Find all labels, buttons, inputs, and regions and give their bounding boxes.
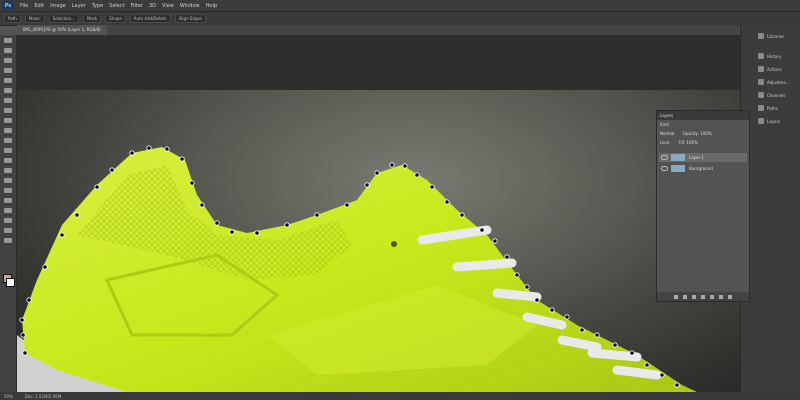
opacity-field[interactable]: Opacity: 100% [682,131,711,136]
layer-row-background[interactable]: Background [659,164,747,173]
paths-icon [758,105,764,111]
menu-type[interactable]: Type [92,3,103,9]
lock-label: Lock: [660,140,671,145]
new-layer-icon[interactable] [719,294,723,299]
document-canvas[interactable] [17,35,740,392]
option-auto-add-delete[interactable]: Auto Add/Delete [129,14,171,23]
menu-window[interactable]: Window [180,3,200,9]
layer-thumbnail [671,154,685,161]
option-mask[interactable]: Mask [82,14,102,23]
panel-channels[interactable]: Channels [758,89,798,101]
layers-panel-header: Layers [657,111,749,120]
option-path[interactable]: Path [4,14,21,23]
menu-edit[interactable]: Edit [34,3,44,9]
link-layers-icon[interactable] [674,294,678,299]
option-align-edges[interactable]: Align Edges [174,14,207,23]
channels-icon [758,92,764,98]
actions-icon [758,66,764,72]
shoe-image [17,145,697,392]
layer-thumbnail [671,165,685,172]
visibility-eye-icon[interactable] [661,166,668,171]
menu-layer[interactable]: Layer [72,3,86,9]
layer-name: Background [689,166,713,171]
lasso-tool-icon[interactable] [4,58,12,63]
layers-blend-row: Normal Opacity: 100% [657,129,749,138]
layers-panel: Layers Kind Normal Opacity: 100% Lock: F… [656,110,750,302]
panel-libraries[interactable]: Libraries [758,30,798,42]
layers-icon [758,118,764,124]
status-bar: 50% Doc: 1.51M/2.95M [0,392,800,400]
history-icon [758,53,764,59]
option-shape[interactable]: Shape [105,14,126,23]
healing-tool-icon[interactable] [4,98,12,103]
app-logo: Ps [2,1,14,10]
doc-size: Doc: 1.51M/2.95M [24,393,62,399]
quick-select-tool-icon[interactable] [4,68,12,73]
document-tab[interactable]: IMG_4699.JPG @ 50% (Layer 1, RGB/8) [17,25,107,35]
eyedropper-tool-icon[interactable] [4,88,12,93]
document-tab-bar: IMG_4699.JPG @ 50% (Layer 1, RGB/8) [17,25,739,35]
libraries-icon [758,33,764,39]
zoom-tool-icon[interactable] [4,228,12,233]
pen-tool-icon[interactable] [4,178,12,183]
blur-tool-icon[interactable] [4,158,12,163]
layers-footer [657,292,749,301]
filter-kind-select[interactable]: Kind [660,122,669,127]
layer-name: Layer 1 [689,155,704,160]
option-make[interactable]: Make: [24,14,45,23]
shoe-eyelet [391,241,397,247]
new-group-icon[interactable] [710,294,714,299]
menu-filter[interactable]: Filter [131,3,143,9]
shape-tool-icon[interactable] [4,208,12,213]
path-select-tool-icon[interactable] [4,198,12,203]
option-selection[interactable]: Selection... [48,14,79,23]
visibility-eye-icon[interactable] [661,155,668,160]
move-tool-icon[interactable] [4,38,12,43]
panel-paths[interactable]: Paths [758,102,798,114]
menu-help[interactable]: Help [206,3,217,9]
options-bar: Path Make: Selection... Mask Shape Auto … [0,11,800,26]
menu-view[interactable]: View [162,3,174,9]
menu-file[interactable]: File [20,3,28,9]
panel-adjustments[interactable]: Adjustme... [758,76,798,88]
blend-mode-select[interactable]: Normal [660,131,674,136]
background-color-swatch[interactable] [6,278,15,287]
history-brush-tool-icon[interactable] [4,128,12,133]
layers-filter-row: Kind [657,120,749,129]
fx-icon[interactable] [683,294,687,299]
dodge-tool-icon[interactable] [4,168,12,173]
zoom-level[interactable]: 50% [4,394,13,399]
type-tool-icon[interactable] [4,188,12,193]
menu-image[interactable]: Image [50,3,66,9]
menu-bar: Ps File Edit Image Layer Type Select Fil… [0,0,800,11]
adjustment-layer-icon[interactable] [701,294,705,299]
more-tools-icon[interactable] [4,238,12,243]
tools-panel [0,35,17,392]
marquee-tool-icon[interactable] [4,48,12,53]
delete-layer-icon[interactable] [728,294,732,299]
clone-stamp-tool-icon[interactable] [4,118,12,123]
add-mask-icon[interactable] [692,294,696,299]
fill-field[interactable]: Fill: 100% [678,140,697,145]
layer-row-layer-1[interactable]: Layer 1 [659,153,747,162]
hand-tool-icon[interactable] [4,218,12,223]
menu-3d[interactable]: 3D [149,3,156,9]
adjustments-icon [758,79,764,85]
panel-layers[interactable]: Layers [758,115,798,127]
gradient-tool-icon[interactable] [4,148,12,153]
menu-select[interactable]: Select [109,3,124,9]
panel-history[interactable]: History [758,50,798,62]
layers-lock-row: Lock: Fill: 100% [657,138,749,147]
brush-tool-icon[interactable] [4,108,12,113]
crop-tool-icon[interactable] [4,78,12,83]
panel-actions[interactable]: Actions [758,63,798,75]
eraser-tool-icon[interactable] [4,138,12,143]
